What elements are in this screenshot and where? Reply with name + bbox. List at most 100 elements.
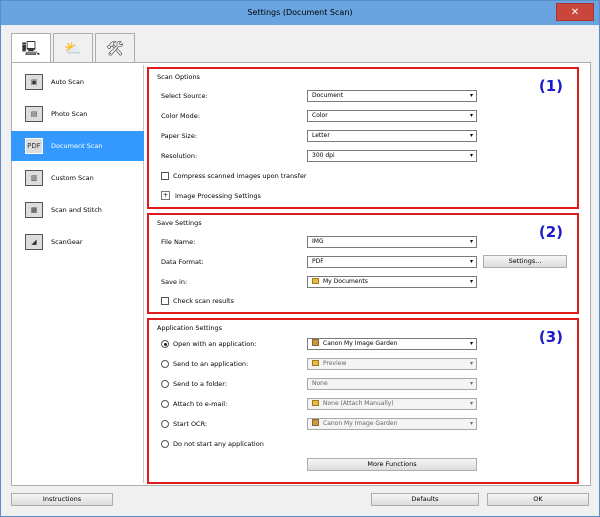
image-garden-icon	[312, 339, 319, 346]
do-not-start-application-radio[interactable]	[161, 440, 169, 448]
send-to-application-dropdown[interactable]: Preview ▾	[307, 358, 477, 370]
sidebar-item-document-scan[interactable]: PDF Document Scan	[11, 131, 144, 161]
preview-icon	[312, 360, 319, 366]
attach-to-email-dropdown[interactable]: None (Attach Manually) ▾	[307, 398, 477, 410]
more-functions-button[interactable]: More Functions	[307, 458, 477, 471]
image-processing-expander[interactable]: +	[161, 191, 170, 200]
compress-label: Compress scanned images upon transfer	[173, 172, 307, 180]
sidebar-item-auto-scan[interactable]: ▣ Auto Scan	[11, 67, 144, 97]
select-source-dropdown[interactable]: Document ▾	[307, 90, 477, 102]
scan-and-stitch-icon: ▦	[25, 202, 43, 218]
send-to-folder-radio[interactable]	[161, 380, 169, 388]
scan-options-section: Scan Options (1) Select Source: Document…	[147, 67, 579, 209]
sidebar-item-label: Document Scan	[51, 142, 103, 150]
attach-to-email-radio[interactable]	[161, 400, 169, 408]
select-source-label: Select Source:	[161, 92, 208, 100]
chevron-down-icon: ▾	[469, 400, 473, 407]
annotation-number: (2)	[538, 223, 563, 241]
instructions-button[interactable]: Instructions	[11, 493, 113, 506]
email-client-icon	[312, 400, 319, 406]
tab-scan-from-panel[interactable]: ⛅	[53, 33, 93, 63]
paper-size-dropdown[interactable]: Letter ▾	[307, 130, 477, 142]
title-bar: Settings (Document Scan) ✕	[1, 1, 599, 25]
file-name-label: File Name:	[161, 238, 196, 246]
send-to-application-radio[interactable]	[161, 360, 169, 368]
annotation-number: (1)	[538, 77, 563, 95]
save-settings-section: Save Settings (2) File Name: IMG ▾ Data …	[147, 213, 579, 314]
scangear-icon: ◢	[25, 234, 43, 250]
open-with-application-label: Open with an application:	[173, 340, 257, 348]
selected-value: None	[312, 380, 328, 387]
sidebar-item-label: Scan and Stitch	[51, 206, 102, 214]
section-title: Save Settings	[157, 219, 202, 227]
save-in-label: Save in:	[161, 278, 188, 286]
sidebar-item-label: ScanGear	[51, 238, 83, 246]
selected-value: Document	[312, 92, 344, 99]
sidebar-item-photo-scan[interactable]: ▤ Photo Scan	[11, 99, 144, 129]
send-to-folder-label: Send to a folder:	[173, 380, 228, 388]
selected-value: PDF	[312, 258, 324, 265]
start-ocr-label: Start OCR:	[173, 420, 208, 428]
window-title: Settings (Document Scan)	[247, 8, 353, 17]
send-to-folder-dropdown[interactable]: None ▾	[307, 378, 477, 390]
section-title: Scan Options	[157, 73, 200, 81]
selected-value: None (Attach Manually)	[323, 400, 394, 407]
chevron-down-icon: ▾	[469, 238, 473, 245]
color-mode-dropdown[interactable]: Color ▾	[307, 110, 477, 122]
file-name-input[interactable]: IMG ▾	[307, 236, 477, 248]
sidebar-item-scan-and-stitch[interactable]: ▦ Scan and Stitch	[11, 195, 144, 225]
check-scan-results-label: Check scan results	[173, 297, 234, 305]
ok-button[interactable]: OK	[487, 493, 589, 506]
selected-value: Color	[312, 112, 328, 119]
annotation-number: (3)	[538, 328, 563, 346]
data-format-dropdown[interactable]: PDF ▾	[307, 256, 477, 268]
color-mode-label: Color Mode:	[161, 112, 200, 120]
resolution-dropdown[interactable]: 300 dpi ▾	[307, 150, 477, 162]
defaults-button[interactable]: Defaults	[371, 493, 479, 506]
data-format-settings-button[interactable]: Settings...	[483, 255, 567, 268]
start-ocr-dropdown[interactable]: Canon My Image Garden ▾	[307, 418, 477, 430]
chevron-down-icon: ▾	[469, 112, 473, 119]
scanner-network-icon: ⛅	[64, 40, 82, 57]
sidebar-item-scangear[interactable]: ◢ ScanGear	[11, 227, 144, 257]
attach-to-email-label: Attach to e-mail:	[173, 400, 228, 408]
sidebar-item-label: Auto Scan	[51, 78, 84, 86]
photo-scan-icon: ▤	[25, 106, 43, 122]
application-settings-section: Application Settings (3) Open with an ap…	[147, 318, 579, 484]
chevron-down-icon: ▾	[469, 152, 473, 159]
chevron-down-icon: ▾	[469, 420, 473, 427]
check-scan-results-checkbox[interactable]	[161, 297, 169, 305]
selected-value: 300 dpi	[312, 152, 335, 159]
sidebar-item-custom-scan[interactable]: ▥ Custom Scan	[11, 163, 144, 193]
chevron-down-icon: ▾	[469, 132, 473, 139]
start-ocr-radio[interactable]	[161, 420, 169, 428]
sidebar-item-label: Custom Scan	[51, 174, 94, 182]
custom-scan-icon: ▥	[25, 170, 43, 186]
document-scan-icon: PDF	[25, 138, 43, 154]
chevron-down-icon: ▾	[469, 340, 473, 347]
open-with-application-radio[interactable]	[161, 340, 169, 348]
sidebar-item-label: Photo Scan	[51, 110, 88, 118]
section-title: Application Settings	[157, 324, 223, 332]
input-value: IMG	[312, 238, 324, 245]
selected-value: Canon My Image Garden	[323, 420, 398, 427]
chevron-down-icon: ▾	[469, 360, 473, 367]
tab-scan-from-computer[interactable]: 🖳	[11, 33, 51, 65]
send-to-application-label: Send to an application:	[173, 360, 249, 368]
selected-value: Preview	[323, 360, 347, 367]
chevron-down-icon: ▾	[469, 258, 473, 265]
resolution-label: Resolution:	[161, 152, 198, 160]
auto-scan-icon: ▣	[25, 74, 43, 90]
paper-size-label: Paper Size:	[161, 132, 198, 140]
folder-icon	[312, 278, 319, 284]
open-with-application-dropdown[interactable]: Canon My Image Garden ▾	[307, 338, 477, 350]
tab-general-settings[interactable]: 🛠	[95, 33, 135, 63]
save-in-dropdown[interactable]: My Documents ▾	[307, 276, 477, 288]
image-processing-label: Image Processing Settings	[175, 192, 261, 200]
chevron-down-icon: ▾	[469, 380, 473, 387]
selected-value: Canon My Image Garden	[323, 340, 398, 347]
chevron-down-icon: ▾	[469, 92, 473, 99]
close-button[interactable]: ✕	[556, 3, 594, 21]
image-garden-icon	[312, 419, 319, 426]
compress-checkbox[interactable]	[161, 172, 169, 180]
